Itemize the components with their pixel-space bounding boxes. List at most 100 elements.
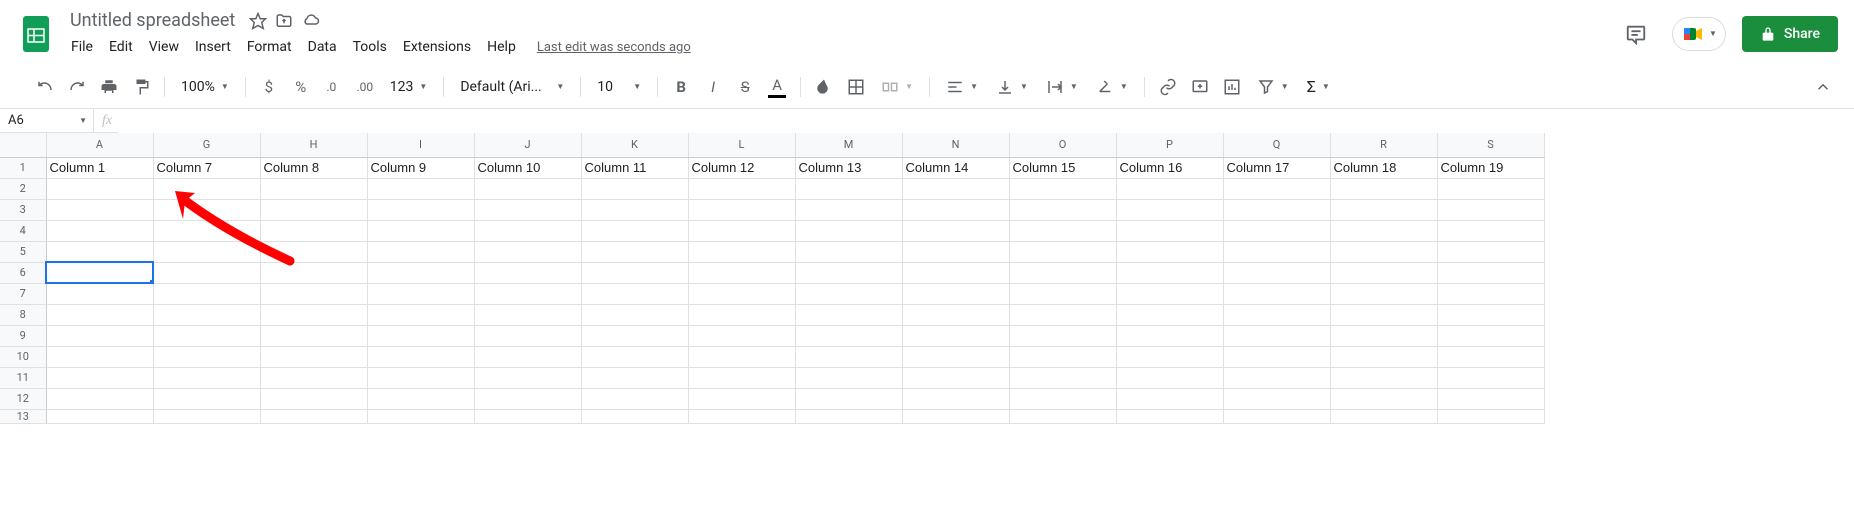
cell[interactable] (153, 325, 260, 346)
cell[interactable] (1223, 178, 1330, 199)
font-size-select[interactable]: 10▼ (589, 72, 649, 102)
cell[interactable] (1223, 220, 1330, 241)
cell[interactable] (795, 325, 902, 346)
row-header[interactable]: 11 (0, 367, 46, 388)
font-select[interactable]: Default (Ari...▼ (452, 72, 572, 102)
cell[interactable] (1437, 409, 1544, 423)
menu-file[interactable]: File (64, 35, 100, 59)
cell[interactable] (688, 346, 795, 367)
move-icon[interactable] (275, 12, 293, 30)
cell[interactable] (1223, 346, 1330, 367)
cell[interactable] (795, 241, 902, 262)
cell[interactable] (153, 409, 260, 423)
cell[interactable] (153, 346, 260, 367)
cell[interactable] (795, 220, 902, 241)
cell[interactable] (688, 388, 795, 409)
cell[interactable] (367, 346, 474, 367)
cell[interactable] (260, 199, 367, 220)
col-header[interactable]: J (474, 133, 581, 157)
row-header[interactable]: 12 (0, 388, 46, 409)
menu-data[interactable]: Data (301, 35, 344, 59)
cell[interactable]: Column 15 (1009, 157, 1116, 178)
col-header[interactable]: L (688, 133, 795, 157)
cell[interactable] (1116, 325, 1223, 346)
cell[interactable] (1437, 241, 1544, 262)
cell[interactable] (1223, 241, 1330, 262)
cell[interactable] (1223, 262, 1330, 283)
cell[interactable] (581, 388, 688, 409)
paint-format-button[interactable] (126, 72, 156, 102)
cell[interactable] (153, 220, 260, 241)
cell[interactable] (1009, 283, 1116, 304)
cell[interactable] (902, 241, 1009, 262)
col-header[interactable]: O (1009, 133, 1116, 157)
cell[interactable] (902, 325, 1009, 346)
cell[interactable] (581, 409, 688, 423)
cell[interactable] (1330, 346, 1437, 367)
fill-color-button[interactable] (809, 72, 839, 102)
cell[interactable] (688, 409, 795, 423)
cell[interactable] (260, 241, 367, 262)
cell[interactable] (1116, 262, 1223, 283)
filter-button[interactable]: ▼ (1249, 72, 1297, 102)
cell[interactable] (367, 220, 474, 241)
col-header[interactable]: K (581, 133, 688, 157)
star-icon[interactable] (249, 12, 267, 30)
cell[interactable] (367, 388, 474, 409)
text-color-button[interactable]: A (762, 72, 792, 102)
text-rotation-button[interactable]: ▼ (1088, 72, 1136, 102)
print-button[interactable] (94, 72, 124, 102)
cell[interactable] (688, 178, 795, 199)
cell[interactable] (1009, 409, 1116, 423)
cell[interactable] (367, 367, 474, 388)
cell[interactable] (367, 409, 474, 423)
menu-tools[interactable]: Tools (346, 35, 394, 59)
cell[interactable] (688, 262, 795, 283)
cell[interactable] (260, 178, 367, 199)
cell[interactable] (153, 262, 260, 283)
cell[interactable] (367, 262, 474, 283)
cell[interactable]: Column 14 (902, 157, 1009, 178)
cell[interactable] (1009, 346, 1116, 367)
cell[interactable] (1330, 304, 1437, 325)
cell[interactable] (1116, 283, 1223, 304)
cell[interactable] (688, 367, 795, 388)
cell[interactable] (1437, 325, 1544, 346)
cell[interactable] (902, 388, 1009, 409)
cell[interactable] (1116, 388, 1223, 409)
functions-button[interactable]: Σ▼ (1299, 72, 1338, 102)
row-header[interactable]: 2 (0, 178, 46, 199)
cell[interactable] (1009, 178, 1116, 199)
cell[interactable] (581, 199, 688, 220)
cell[interactable] (46, 388, 153, 409)
cell-selected[interactable] (46, 262, 153, 283)
cell[interactable] (1009, 325, 1116, 346)
cell[interactable] (795, 178, 902, 199)
cell[interactable] (260, 409, 367, 423)
col-header[interactable]: R (1330, 133, 1437, 157)
cell[interactable] (1116, 346, 1223, 367)
cell[interactable] (367, 283, 474, 304)
cell[interactable] (581, 241, 688, 262)
cell[interactable] (1116, 367, 1223, 388)
cell[interactable] (1437, 283, 1544, 304)
cell[interactable]: Column 19 (1437, 157, 1544, 178)
cell[interactable] (795, 346, 902, 367)
cell[interactable]: Column 16 (1116, 157, 1223, 178)
cell[interactable] (581, 283, 688, 304)
select-all-corner[interactable] (0, 133, 46, 157)
cell[interactable] (153, 304, 260, 325)
cell[interactable] (367, 325, 474, 346)
cell[interactable] (1437, 367, 1544, 388)
cell[interactable] (474, 388, 581, 409)
cell[interactable] (367, 178, 474, 199)
cell[interactable] (795, 283, 902, 304)
cell[interactable] (795, 304, 902, 325)
cell[interactable] (474, 199, 581, 220)
insert-link-button[interactable] (1153, 72, 1183, 102)
row-header[interactable]: 8 (0, 304, 46, 325)
cell[interactable] (153, 241, 260, 262)
cell[interactable] (260, 346, 367, 367)
cell[interactable] (474, 283, 581, 304)
cell[interactable] (474, 178, 581, 199)
